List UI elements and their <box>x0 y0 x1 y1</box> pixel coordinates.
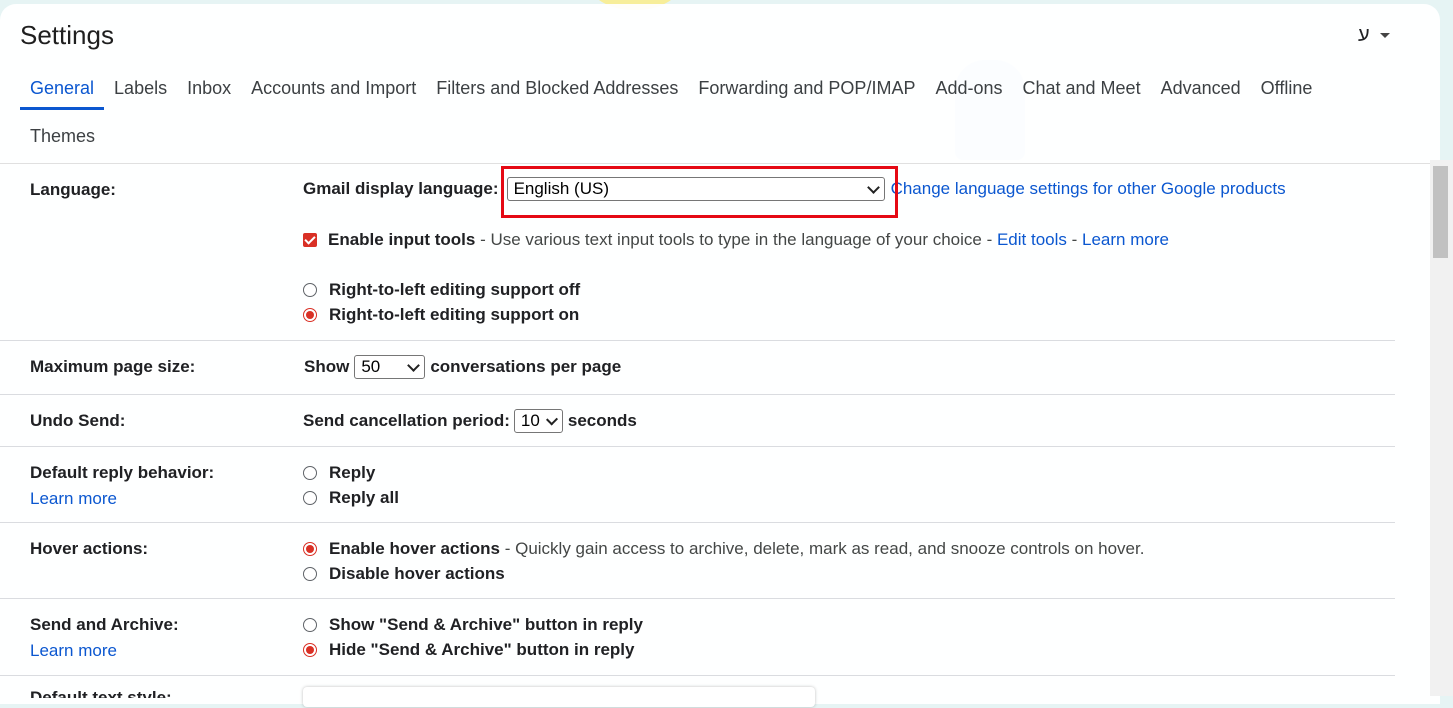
text-style-editor[interactable] <box>303 687 815 707</box>
display-language-label: Gmail display language: <box>303 179 499 198</box>
page-size-select[interactable]: 50 <box>354 355 426 379</box>
undo-send-select[interactable]: 10 <box>513 409 563 433</box>
rtl-on-label: Right-to-left editing support on <box>329 305 580 324</box>
display-language-select[interactable]: English (US) <box>506 177 885 201</box>
page-size-setting: Show 50 conversations per page <box>304 355 621 379</box>
display-language-setting: Gmail display language: English (US) Cha… <box>303 177 1286 201</box>
settings-tabs: General Labels Inbox Accounts and Import… <box>20 76 1322 110</box>
page-size-suffix: conversations per page <box>430 357 622 376</box>
page-size-label: Maximum page size: <box>30 357 196 376</box>
language-toggle[interactable]: ע <box>1358 24 1390 47</box>
hide-send-archive-radio[interactable] <box>303 643 317 657</box>
reply-behavior-row: Default reply behavior: Learn more Reply… <box>0 447 1395 523</box>
language-row: Language: Gmail display language: Englis… <box>0 160 1395 341</box>
tab-filters-and-blocked[interactable]: Filters and Blocked Addresses <box>426 76 688 110</box>
show-send-archive-option[interactable]: Show "Send & Archive" button in reply <box>303 615 643 635</box>
language-toggle-label: ע <box>1358 24 1370 46</box>
tab-labels[interactable]: Labels <box>104 76 177 110</box>
tab-offline[interactable]: Offline <box>1251 76 1323 110</box>
enable-hover-label: Enable hover actions <box>329 539 500 558</box>
rtl-on-option[interactable]: Right-to-left editing support on <box>303 305 579 325</box>
reply-option[interactable]: Reply <box>303 463 375 483</box>
enable-hover-radio[interactable] <box>303 542 317 556</box>
reply-behavior-learn-more-link[interactable]: Learn more <box>30 489 214 509</box>
tab-add-ons[interactable]: Add-ons <box>925 76 1012 110</box>
disable-hover-option[interactable]: Disable hover actions <box>303 564 505 584</box>
page-size-show: Show <box>304 357 350 376</box>
scrollbar[interactable] <box>1430 160 1453 696</box>
show-send-archive-radio[interactable] <box>303 618 317 632</box>
undo-send-value: 10 <box>520 411 540 430</box>
reply-label: Reply <box>329 463 376 482</box>
send-archive-title: Send and Archive: <box>30 615 179 634</box>
tab-chat-and-meet[interactable]: Chat and Meet <box>1013 76 1151 110</box>
tab-general[interactable]: General <box>20 76 105 110</box>
edit-tools-link[interactable]: Edit tools <box>997 230 1067 250</box>
reply-all-radio[interactable] <box>303 491 317 505</box>
chevron-down-icon <box>407 358 421 372</box>
scrollbar-thumb[interactable] <box>1433 166 1448 258</box>
enable-hover-description: - Quickly gain access to archive, delete… <box>500 539 1145 558</box>
page-size-value: 50 <box>361 357 381 376</box>
input-tools-description: - Use various text input tools to type i… <box>475 230 997 249</box>
disable-hover-radio[interactable] <box>303 567 317 581</box>
page-title: Settings <box>20 20 114 50</box>
hide-send-archive-option[interactable]: Hide "Send & Archive" button in reply <box>303 640 634 660</box>
tab-forwarding-pop-imap[interactable]: Forwarding and POP/IMAP <box>688 76 925 110</box>
change-language-link[interactable]: Change language settings for other Googl… <box>891 179 1286 199</box>
undo-send-suffix: seconds <box>567 411 637 430</box>
chevron-down-icon <box>545 412 558 426</box>
rtl-off-label: Right-to-left editing support off <box>329 280 581 299</box>
show-send-archive-label: Show "Send & Archive" button in reply <box>329 615 643 634</box>
input-tools-option: Enable input tools - Use various text in… <box>303 230 1169 250</box>
enable-input-tools-checkbox[interactable] <box>303 233 317 247</box>
reply-radio[interactable] <box>303 466 317 480</box>
chevron-down-icon <box>866 180 880 194</box>
link-separator: - <box>1066 230 1083 249</box>
hide-send-archive-label: Hide "Send & Archive" button in reply <box>329 640 635 659</box>
hover-actions-label: Hover actions: <box>30 539 149 558</box>
undo-send-label: Undo Send: <box>30 411 126 430</box>
reply-all-label: Reply all <box>329 488 399 507</box>
reply-behavior-title: Default reply behavior: <box>30 463 215 482</box>
send-archive-learn-more-link[interactable]: Learn more <box>30 641 179 661</box>
reply-all-option[interactable]: Reply all <box>303 488 399 508</box>
tab-advanced[interactable]: Advanced <box>1151 76 1251 110</box>
send-archive-row: Send and Archive: Learn more Show "Send … <box>0 599 1395 676</box>
page-size-row: Maximum page size: Show 50 conversations… <box>0 341 1395 395</box>
hover-actions-row: Hover actions: Enable hover actions - Qu… <box>0 523 1395 599</box>
undo-send-prefix: Send cancellation period: <box>303 411 510 430</box>
rtl-off-option[interactable]: Right-to-left editing support off <box>303 280 580 300</box>
disable-hover-label: Disable hover actions <box>329 564 505 583</box>
rtl-off-radio[interactable] <box>303 283 317 297</box>
language-label: Language: <box>30 180 116 199</box>
tab-inbox[interactable]: Inbox <box>177 76 241 110</box>
send-archive-label: Send and Archive: Learn more <box>30 615 179 661</box>
input-tools-label: Enable input tools <box>328 230 476 249</box>
enable-hover-option[interactable]: Enable hover actions - Quickly gain acce… <box>303 539 1144 559</box>
undo-send-setting: Send cancellation period: 10 seconds <box>303 409 637 433</box>
tab-themes[interactable]: Themes <box>20 124 105 152</box>
rtl-on-radio[interactable] <box>303 308 317 322</box>
undo-send-row: Undo Send: Send cancellation period: 10 … <box>0 395 1395 447</box>
display-language-value: English (US) <box>513 179 609 198</box>
input-tools-learn-more-link[interactable]: Learn more <box>1082 230 1169 250</box>
tab-accounts-and-import[interactable]: Accounts and Import <box>241 76 426 110</box>
reply-behavior-label: Default reply behavior: Learn more <box>30 463 214 509</box>
chevron-down-icon <box>1379 33 1390 38</box>
